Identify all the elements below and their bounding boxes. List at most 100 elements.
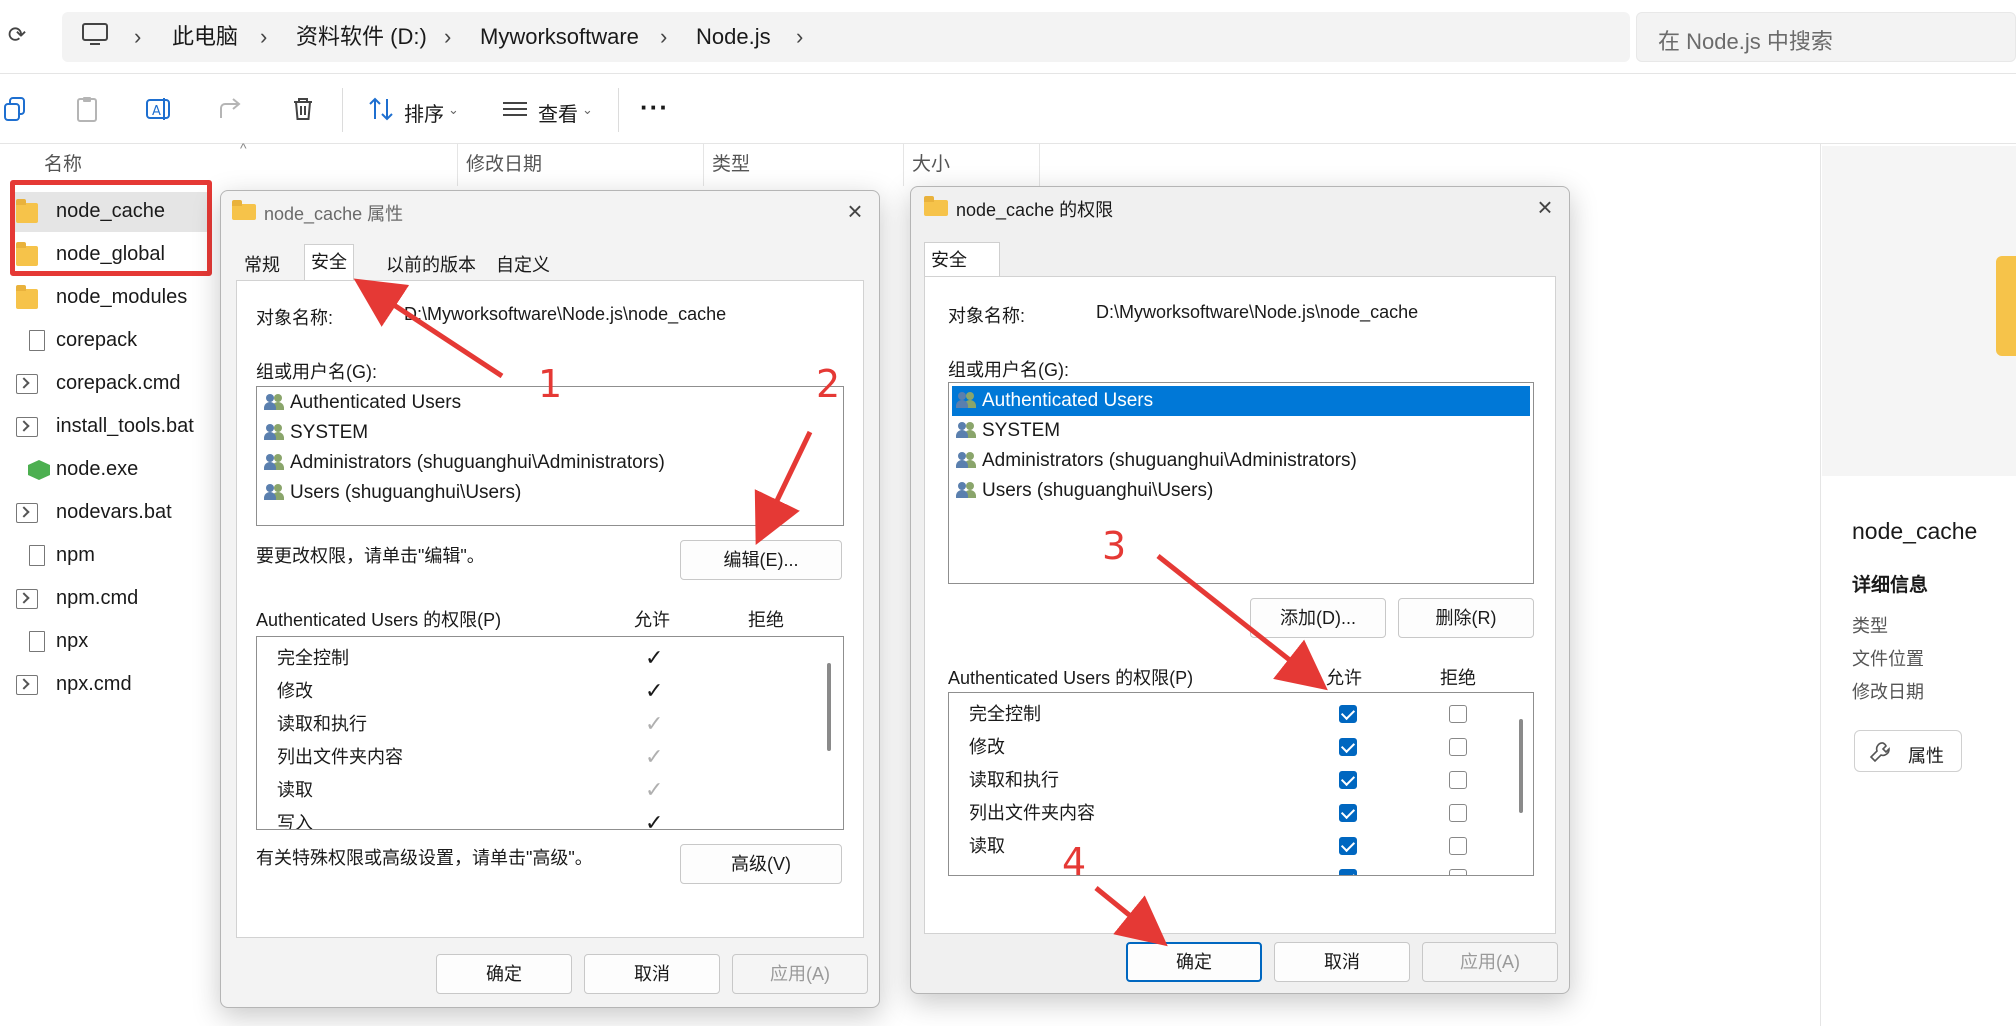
this-pc-icon[interactable] [80, 20, 110, 50]
list-item[interactable]: Administrators (shuguanghui\Administrato… [952, 446, 1530, 476]
users-icon [264, 483, 286, 501]
paste-icon[interactable] [72, 94, 102, 124]
remove-button[interactable]: 删除(R) [1398, 598, 1534, 638]
list-item[interactable]: SYSTEM [952, 416, 1530, 446]
list-item[interactable]: Users (shuguanghui\Users) [260, 478, 840, 508]
scrollbar[interactable] [827, 663, 831, 751]
check-icon: ✓ [645, 711, 664, 736]
column-header-type[interactable]: 类型 [704, 144, 904, 186]
column-header-size[interactable]: 大小 [904, 144, 1040, 186]
tab-security[interactable]: 安全 [924, 242, 1000, 280]
ok-button[interactable]: 确定 [436, 954, 572, 994]
deny-checkbox[interactable] [1449, 738, 1467, 756]
cancel-button[interactable]: 取消 [584, 954, 720, 994]
chevron-right-icon[interactable]: › [134, 23, 141, 51]
more-options-icon[interactable]: ··· [640, 92, 669, 123]
view-button[interactable]: 查看 [538, 98, 578, 127]
chevron-right-icon[interactable]: › [444, 23, 451, 51]
breadcrumb-this-pc[interactable]: 此电脑 [172, 23, 238, 51]
rename-icon[interactable]: A [144, 94, 174, 124]
allow-checkbox[interactable] [1339, 869, 1357, 875]
file-name[interactable]: npm [56, 544, 95, 567]
permissions-list[interactable]: 完全控制 修改 读取和执行 列出文件夹内容 读取 [948, 692, 1534, 876]
tab-previous-versions[interactable]: 以前的版本 [380, 248, 482, 282]
refresh-icon[interactable]: ⟳ [4, 22, 30, 48]
tab-customize[interactable]: 自定义 [490, 248, 556, 282]
file-name[interactable]: npm.cmd [56, 587, 138, 610]
edit-button[interactable]: 编辑(E)... [680, 540, 842, 580]
add-button[interactable]: 添加(D)... [1250, 598, 1386, 638]
column-header-modified[interactable]: 修改日期 [458, 144, 704, 186]
folder-icon [1996, 256, 2016, 356]
tab-security[interactable]: 安全 [304, 244, 354, 282]
deny-checkbox[interactable] [1449, 837, 1467, 855]
allow-checkbox[interactable] [1339, 804, 1357, 822]
share-icon[interactable] [216, 94, 246, 124]
advanced-hint: 有关特殊权限或高级设置，请单击"高级"。 [256, 848, 593, 868]
properties-button-label[interactable]: 属性 [1908, 742, 1944, 768]
wrench-icon [1869, 742, 1890, 763]
script-icon [16, 675, 38, 695]
permission-label: 列出文件夹内容 [277, 747, 403, 767]
deny-checkbox[interactable] [1449, 705, 1467, 723]
allow-column-label: 允许 [1326, 668, 1362, 688]
allow-checkbox[interactable] [1339, 837, 1357, 855]
sort-button[interactable]: 排序 [404, 98, 444, 127]
close-icon[interactable]: × [1530, 192, 1560, 222]
file-name[interactable]: node.exe [56, 458, 138, 481]
list-item[interactable]: Users (shuguanghui\Users) [952, 476, 1530, 506]
list-item[interactable]: Administrators (shuguanghui\Administrato… [260, 448, 840, 478]
ok-button[interactable]: 确定 [1126, 942, 1262, 982]
users-icon [264, 453, 286, 471]
apply-button[interactable]: 应用(A) [1422, 942, 1558, 982]
allow-column-label: 允许 [634, 610, 670, 630]
annotation-number: 1 [538, 362, 563, 406]
chevron-right-icon[interactable]: › [260, 23, 267, 51]
details-field: 类型 [1852, 616, 1888, 636]
tab-general[interactable]: 常规 [238, 248, 286, 282]
file-name[interactable]: npx [56, 630, 88, 653]
chevron-right-icon[interactable]: › [796, 23, 803, 51]
chevron-right-icon[interactable]: › [660, 23, 667, 51]
file-name[interactable]: npx.cmd [56, 673, 132, 696]
file-name[interactable]: nodevars.bat [56, 501, 172, 524]
deny-checkbox[interactable] [1449, 804, 1467, 822]
permission-label: 写入 [277, 813, 313, 830]
copy-icon[interactable] [2, 94, 32, 124]
edit-hint: 要更改权限，请单击"编辑"。 [256, 546, 485, 566]
preview-area [1822, 146, 2016, 476]
list-item-selected[interactable]: Authenticated Users [952, 386, 1530, 416]
breadcrumb-myworksoftware[interactable]: Myworksoftware [480, 23, 639, 51]
file-name[interactable]: corepack.cmd [56, 372, 181, 395]
allow-checkbox[interactable] [1339, 771, 1357, 789]
sort-icon[interactable] [366, 94, 396, 124]
list-item[interactable]: SYSTEM [260, 418, 840, 448]
permission-label: 完全控制 [277, 648, 349, 668]
allow-checkbox[interactable] [1339, 705, 1357, 723]
breadcrumb-nodejs[interactable]: Node.js [696, 23, 771, 51]
check-icon: ✓ [645, 777, 664, 802]
permissions-list[interactable]: 完全控制 修改 读取和执行 列出文件夹内容 读取 写入 ✓ ✓ ✓ ✓ ✓ ✓ [256, 636, 844, 830]
chevron-down-icon[interactable]: ⌄ [582, 102, 593, 118]
view-icon[interactable] [500, 94, 530, 124]
object-name-value: D:\Myworksoftware\Node.js\node_cache [1096, 302, 1419, 322]
close-icon[interactable]: × [840, 196, 870, 226]
file-name[interactable]: install_tools.bat [56, 415, 194, 438]
user-name: Users (shuguanghui\Users) [290, 482, 522, 503]
delete-icon[interactable] [288, 94, 318, 124]
advanced-button[interactable]: 高级(V) [680, 844, 842, 884]
user-name: SYSTEM [982, 420, 1061, 441]
allow-checkbox[interactable] [1339, 738, 1357, 756]
scrollbar[interactable] [1519, 719, 1523, 813]
cancel-button[interactable]: 取消 [1274, 942, 1410, 982]
apply-button[interactable]: 应用(A) [732, 954, 868, 994]
users-icon [956, 391, 978, 409]
file-name[interactable]: node_modules [56, 286, 187, 309]
group-user-label: 组或用户名(G): [948, 360, 1069, 380]
deny-checkbox[interactable] [1449, 771, 1467, 789]
chevron-down-icon[interactable]: ⌄ [448, 102, 459, 118]
breadcrumb-drive-d[interactable]: 资料软件 (D:) [296, 23, 427, 51]
file-name[interactable]: corepack [56, 329, 137, 352]
permission-label: 完全控制 [969, 704, 1041, 724]
deny-checkbox[interactable] [1449, 869, 1467, 875]
